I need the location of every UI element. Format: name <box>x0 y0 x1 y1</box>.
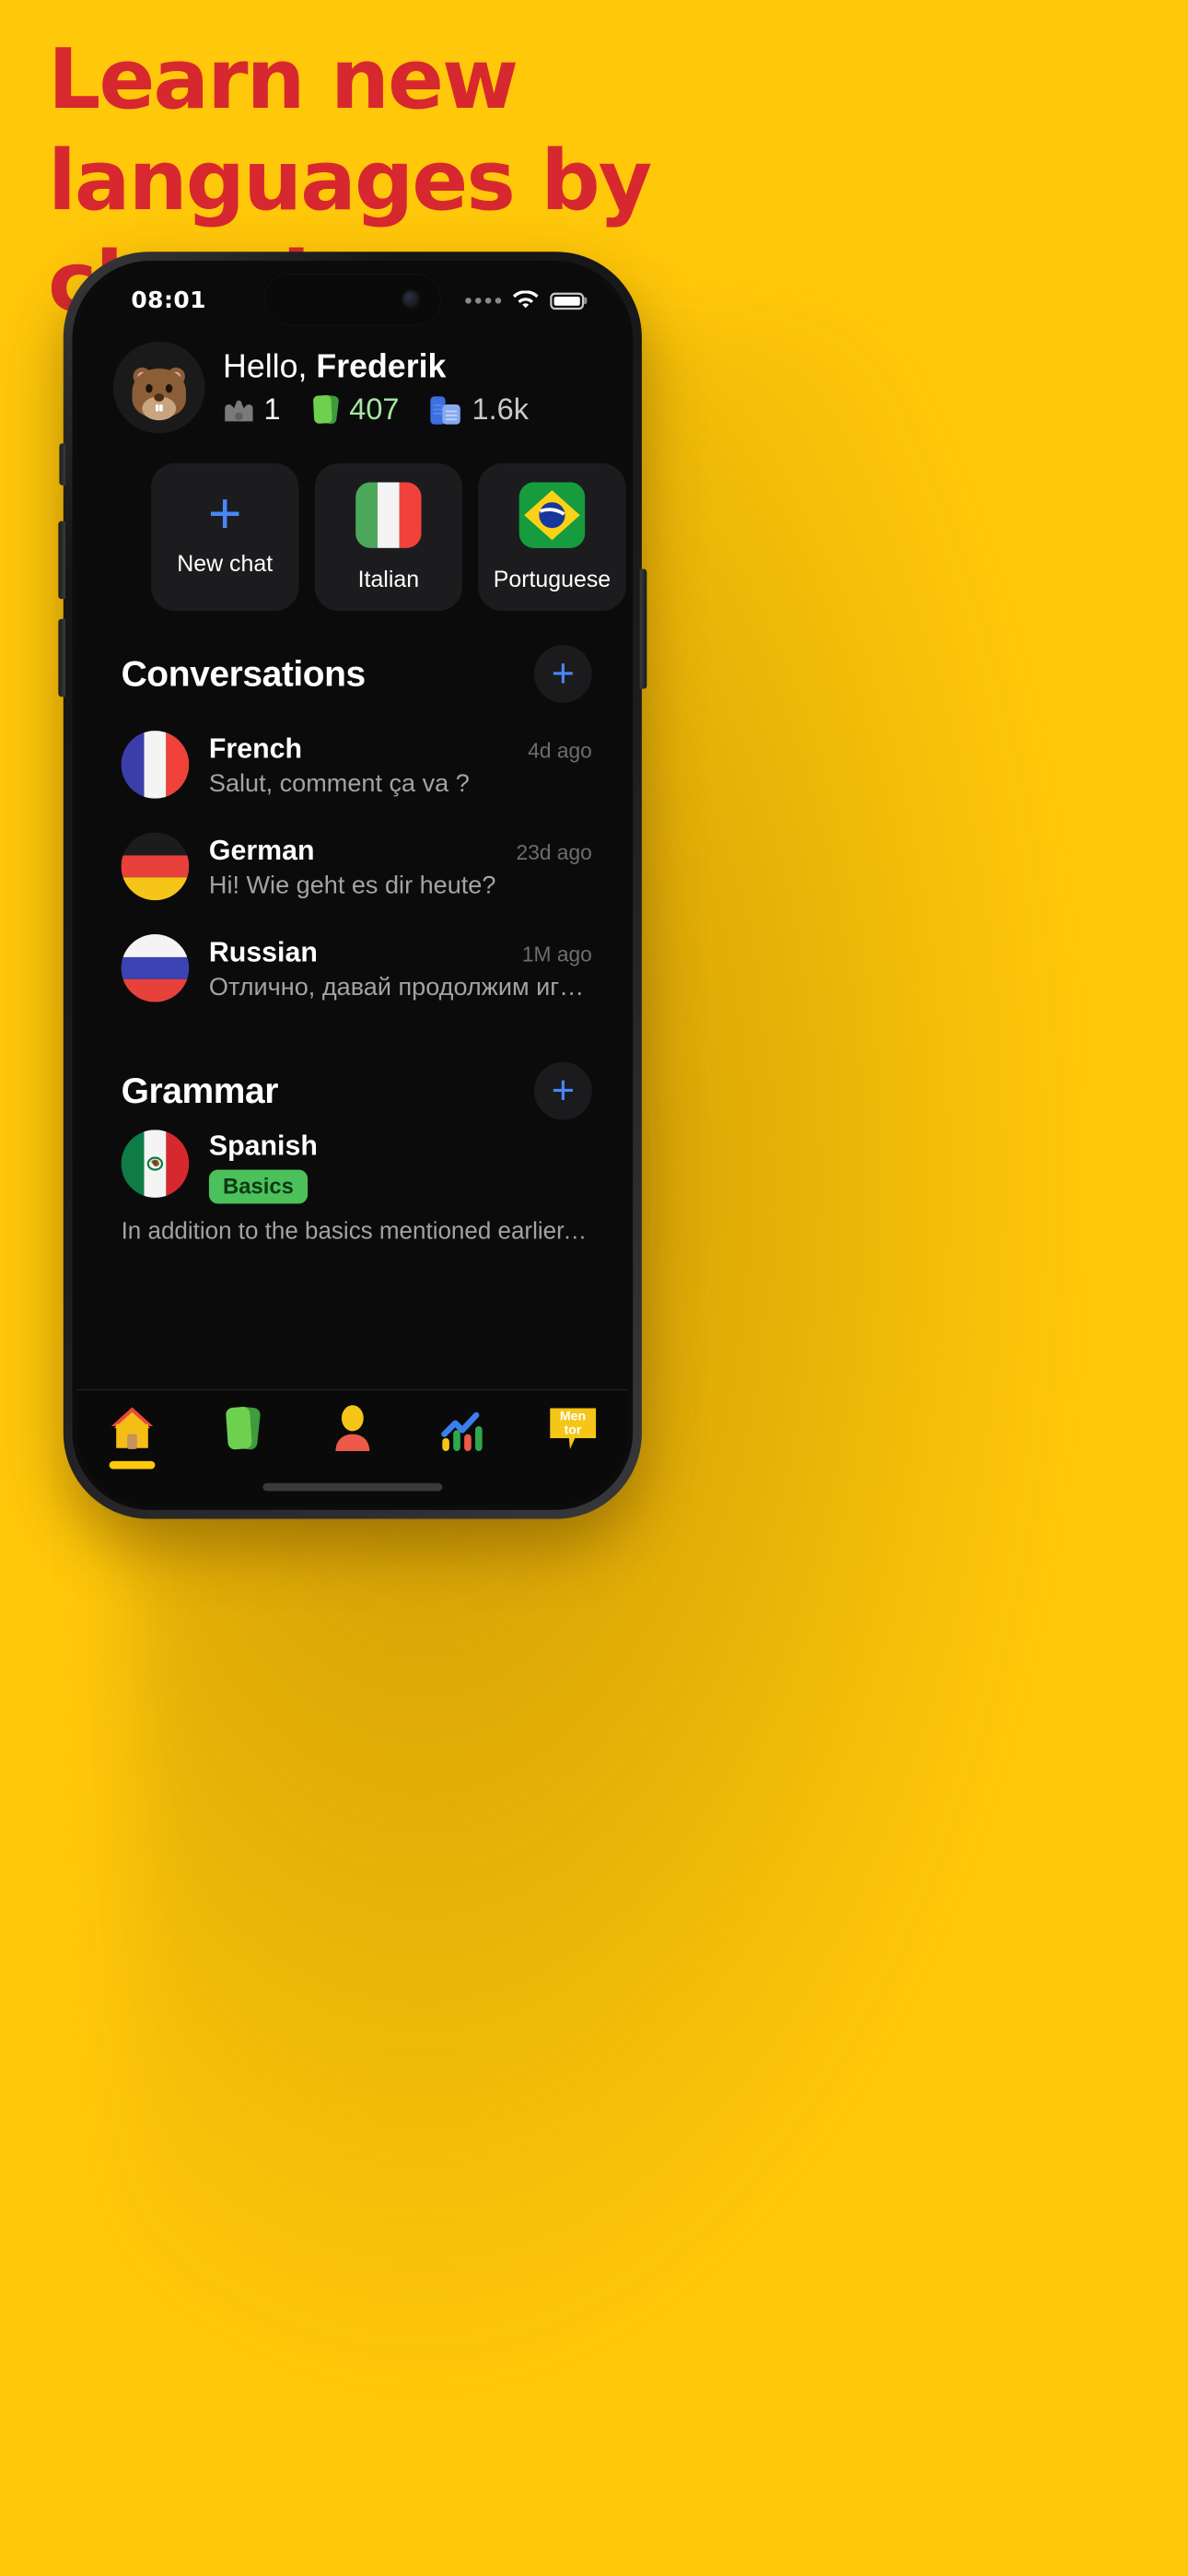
status-badge: Basics <box>208 1169 309 1204</box>
power-button[interactable] <box>639 568 647 689</box>
page-title: Conversations <box>121 652 367 695</box>
tab-active-indicator <box>219 1461 265 1469</box>
greeting-header: Hello, Frederik 1 407 1.6k <box>77 323 628 434</box>
grammar-title: Grammar <box>121 1070 279 1111</box>
add-conversation-button[interactable]: + <box>533 644 592 703</box>
volume-up-button[interactable] <box>58 521 65 600</box>
crown-icon <box>223 397 255 423</box>
flag-france-icon <box>121 731 190 799</box>
silent-switch-button[interactable] <box>59 443 65 486</box>
plus-icon: + <box>551 1069 575 1113</box>
conversation-preview: Отлично, давай продолжим игр... <box>208 973 592 1001</box>
tab-profile[interactable] <box>297 1404 408 1469</box>
grammar-section-header: Grammar + <box>77 1020 628 1120</box>
stat-streak[interactable]: 1 <box>223 393 281 427</box>
person-icon <box>331 1404 375 1454</box>
hero-line-1: Learn new <box>48 31 518 128</box>
tab-active-indicator <box>440 1461 486 1469</box>
plus-icon: + <box>207 481 242 546</box>
signal-dots-icon <box>465 298 502 304</box>
home-icon <box>105 1404 158 1454</box>
cards-icon <box>222 1404 263 1454</box>
greeting-text: Hello, Frederik <box>223 347 598 385</box>
conversation-preview: Hi! Wie geht es dir heute? <box>208 871 496 900</box>
conversation-row-german[interactable]: German 23d ago Hi! Wie geht es dir heute… <box>121 816 592 918</box>
tab-active-indicator <box>550 1461 596 1469</box>
stat-words[interactable]: 1.6k <box>429 393 529 427</box>
tab-home[interactable] <box>77 1404 188 1469</box>
flag-brazil-icon <box>518 481 586 548</box>
mentor-label-line2: tor <box>564 1422 582 1437</box>
language-card-label: Italian <box>357 565 420 592</box>
home-indicator-bar[interactable] <box>262 1482 443 1492</box>
chart-icon <box>438 1404 486 1454</box>
front-camera-icon <box>401 289 422 310</box>
books-icon <box>429 394 463 427</box>
conversations-section-header: Conversations + <box>77 611 628 703</box>
bottom-tab-bar: Men tor <box>76 1388 628 1505</box>
language-cards-carousel[interactable]: + New chat Italian Portuguese <box>77 433 628 612</box>
grammar-description: In addition to the basics mentioned earl… <box>121 1217 592 1245</box>
avatar[interactable] <box>112 341 205 434</box>
tab-stats[interactable] <box>408 1404 518 1469</box>
language-card-label: New chat <box>177 549 274 577</box>
tab-active-indicator <box>330 1461 376 1469</box>
conversation-timestamp: 4d ago <box>528 739 592 763</box>
beaver-avatar-icon <box>132 367 186 421</box>
volume-down-button[interactable] <box>58 618 65 697</box>
grammar-language: Spanish <box>208 1130 318 1161</box>
conversation-language: French <box>208 732 303 764</box>
flag-italy-icon <box>355 481 422 548</box>
language-card-label: Portuguese <box>493 565 611 592</box>
conversation-language: German <box>208 834 315 866</box>
flag-russia-icon <box>121 934 190 1002</box>
language-card-portuguese[interactable]: Portuguese <box>478 463 626 612</box>
phone-screen: 08:01 Hello, Frederik 1 407 1.6k + New c… <box>76 265 628 1505</box>
language-card-new-chat[interactable]: + New chat <box>151 463 299 612</box>
battery-full-icon <box>550 292 585 310</box>
dynamic-island <box>263 274 442 326</box>
phone-device-frame: 08:01 Hello, Frederik 1 407 1.6k + New c… <box>58 252 647 1519</box>
tab-active-indicator <box>109 1460 156 1469</box>
flag-mexico-icon <box>121 1130 190 1198</box>
mentor-icon: Men tor <box>547 1404 599 1454</box>
status-bar-clock: 08:01 <box>131 287 206 314</box>
conversation-timestamp: 1M ago <box>521 943 592 966</box>
wifi-icon <box>512 290 539 311</box>
cards-icon <box>310 393 340 427</box>
flag-germany-icon <box>121 832 190 901</box>
conversation-row-russian[interactable]: Russian 1M ago Отлично, давай продолжим … <box>121 919 592 1020</box>
language-card-italian[interactable]: Italian <box>314 463 462 612</box>
greeting-hello: Hello, <box>223 347 317 385</box>
stat-words-value: 1.6k <box>472 393 529 427</box>
plus-icon: + <box>551 651 575 697</box>
stat-cards[interactable]: 407 <box>310 393 399 427</box>
tab-mentor[interactable]: Men tor <box>518 1404 628 1469</box>
conversation-timestamp: 23d ago <box>516 841 592 865</box>
greeting-username: Frederik <box>316 347 447 385</box>
user-stats: 1 407 1.6k <box>223 393 598 427</box>
tab-cards[interactable] <box>188 1404 298 1469</box>
hero-line-2: languages by <box>48 133 652 229</box>
phone-bezel: 08:01 Hello, Frederik 1 407 1.6k + New c… <box>72 261 634 1510</box>
conversations-list: French 4d ago Salut, comment ça va ? Ger… <box>77 703 628 1020</box>
conversation-preview: Salut, comment ça va ? <box>208 769 470 798</box>
stat-streak-value: 1 <box>263 393 281 427</box>
status-bar-indicators <box>465 290 585 311</box>
grammar-item-spanish[interactable]: Spanish Basics In addition to the basics… <box>77 1119 628 1245</box>
add-grammar-button[interactable]: + <box>533 1061 592 1120</box>
stat-cards-value: 407 <box>349 393 400 427</box>
status-bar: 08:01 <box>77 265 628 326</box>
conversation-row-french[interactable]: French 4d ago Salut, comment ça va ? <box>121 715 592 816</box>
conversation-language: Russian <box>208 936 318 967</box>
